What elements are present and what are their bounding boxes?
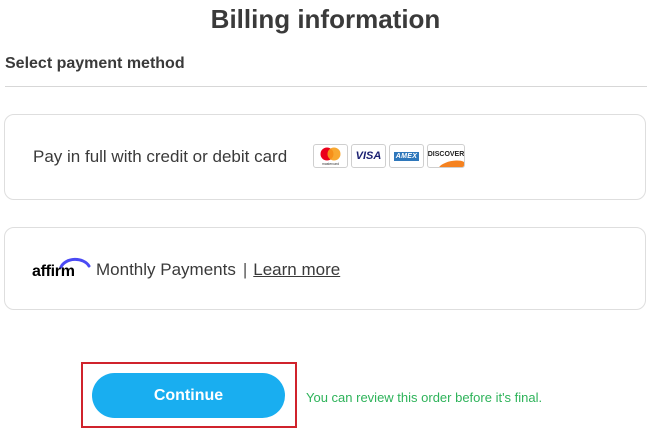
affirm-payment-option[interactable]: affirm Monthly Payments | Learn more xyxy=(4,227,646,310)
review-note: You can review this order before it's fi… xyxy=(306,390,543,405)
page-title: Billing information xyxy=(210,4,441,34)
affirm-label: Monthly Payments xyxy=(96,260,236,279)
visa-icon: VISA xyxy=(351,144,386,168)
affirm-logo: affirm xyxy=(31,254,93,280)
affirm-brand-text: affirm xyxy=(32,263,75,280)
divider xyxy=(5,86,647,87)
discover-icon: DISCOVER xyxy=(427,144,465,168)
affirm-separator: | xyxy=(242,260,248,279)
svg-text:mastercard: mastercard xyxy=(322,162,339,166)
card-logos: mastercard VISA AMEX DISCOVER xyxy=(313,144,465,168)
mastercard-icon: mastercard xyxy=(313,144,348,168)
continue-button[interactable]: Continue xyxy=(92,373,285,418)
amex-icon: AMEX xyxy=(389,144,424,168)
section-label: Select payment method xyxy=(5,55,185,72)
card-payment-label: Pay in full with credit or debit card xyxy=(33,147,288,166)
learn-more-link[interactable]: Learn more xyxy=(253,260,340,279)
card-payment-option[interactable]: Pay in full with credit or debit card ma… xyxy=(4,114,646,200)
